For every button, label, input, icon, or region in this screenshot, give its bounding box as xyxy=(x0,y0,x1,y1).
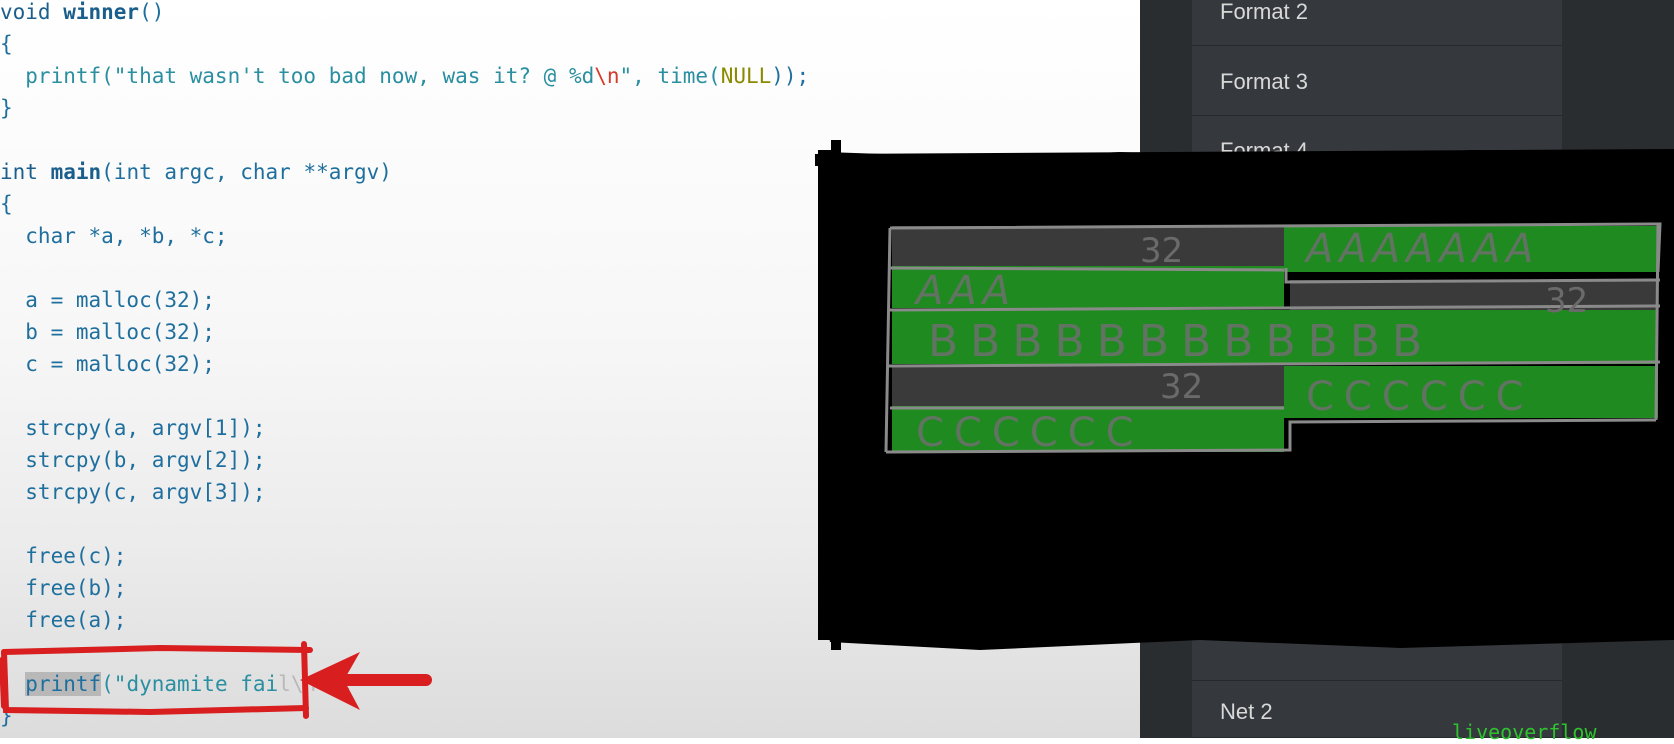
chunk-a-header xyxy=(892,226,1284,266)
chunk-a-letters: AAA xyxy=(913,268,1016,314)
drawing-overlay: 32 32 32 AAAAAAA AAA BBBBBBBBBBBB CCCCCC… xyxy=(0,140,1674,719)
red-annotation-box xyxy=(0,641,313,719)
chunk-a-letters: AAAAAAA xyxy=(1303,226,1540,272)
chunk-c-header xyxy=(892,366,1284,406)
size-label: 32 xyxy=(1545,281,1588,321)
size-label: 32 xyxy=(1140,231,1183,271)
chunk-b-letters: BBBBBBBBBBBB xyxy=(928,316,1434,367)
size-label: 32 xyxy=(1160,367,1203,407)
chunk-c-letters: CCCCCC xyxy=(1306,374,1534,420)
heap-diagram-edge xyxy=(814,149,1674,166)
chunk-c-letters: CCCCCC xyxy=(916,410,1144,456)
red-arrow-icon xyxy=(300,652,432,710)
